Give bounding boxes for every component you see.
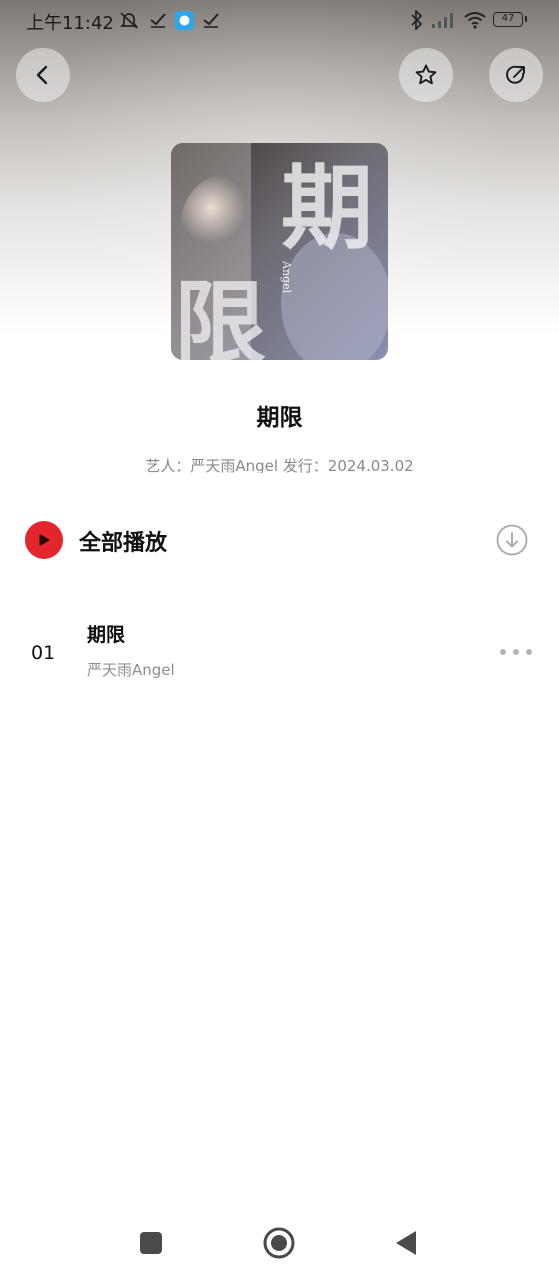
back-triangle-icon (396, 1231, 416, 1255)
check-icon (201, 8, 221, 32)
home-button[interactable] (262, 1226, 296, 1260)
cover-title-char-2: 限 (174, 270, 266, 360)
signal-icon (430, 8, 458, 32)
track-row[interactable]: 01 期限 严天雨Angel (0, 608, 559, 698)
album-cover-art: 期 限 Angel (171, 143, 388, 360)
bluetooth-icon (408, 8, 426, 32)
track-number: 01 (31, 642, 56, 664)
system-nav-bar (0, 1206, 559, 1280)
status-time: 上午11:42 (26, 13, 114, 34)
wifi-icon (461, 8, 489, 32)
status-bar: 上午11:42 47 (0, 0, 559, 42)
star-icon (415, 64, 437, 85)
chevron-left-icon (36, 65, 48, 85)
more-options-icon[interactable] (500, 642, 532, 662)
check-icon (148, 8, 168, 32)
download-icon (496, 524, 528, 556)
share-button[interactable] (489, 48, 543, 102)
back-button[interactable] (16, 48, 70, 102)
album-title: 期限 (256, 405, 303, 431)
favorite-button[interactable] (399, 48, 453, 102)
track-artist: 严天雨Angel (87, 661, 175, 679)
download-button[interactable] (496, 524, 528, 556)
cover-title-char-1: 期 (281, 154, 373, 262)
battery-icon: 47 (493, 12, 527, 27)
play-all-label[interactable]: 全部播放 (79, 525, 167, 557)
back-nav-button[interactable] (389, 1226, 423, 1260)
share-icon (506, 65, 525, 84)
play-all-button[interactable] (25, 521, 63, 559)
track-title: 期限 (87, 624, 126, 646)
album-cover: 期 限 Angel (171, 143, 388, 360)
album-meta: 艺人：严天雨Angel 发行：2024.03.02 (145, 457, 414, 473)
cover-vertical-text: Angel (280, 260, 293, 294)
mute-bell-icon (117, 8, 141, 32)
play-all-row[interactable]: 全部播放 (0, 516, 559, 566)
play-icon (39, 534, 50, 546)
recents-button[interactable] (134, 1226, 168, 1260)
home-circle-icon (263, 1227, 295, 1259)
app-notification-icon (173, 8, 195, 32)
recents-square-icon (140, 1232, 162, 1254)
